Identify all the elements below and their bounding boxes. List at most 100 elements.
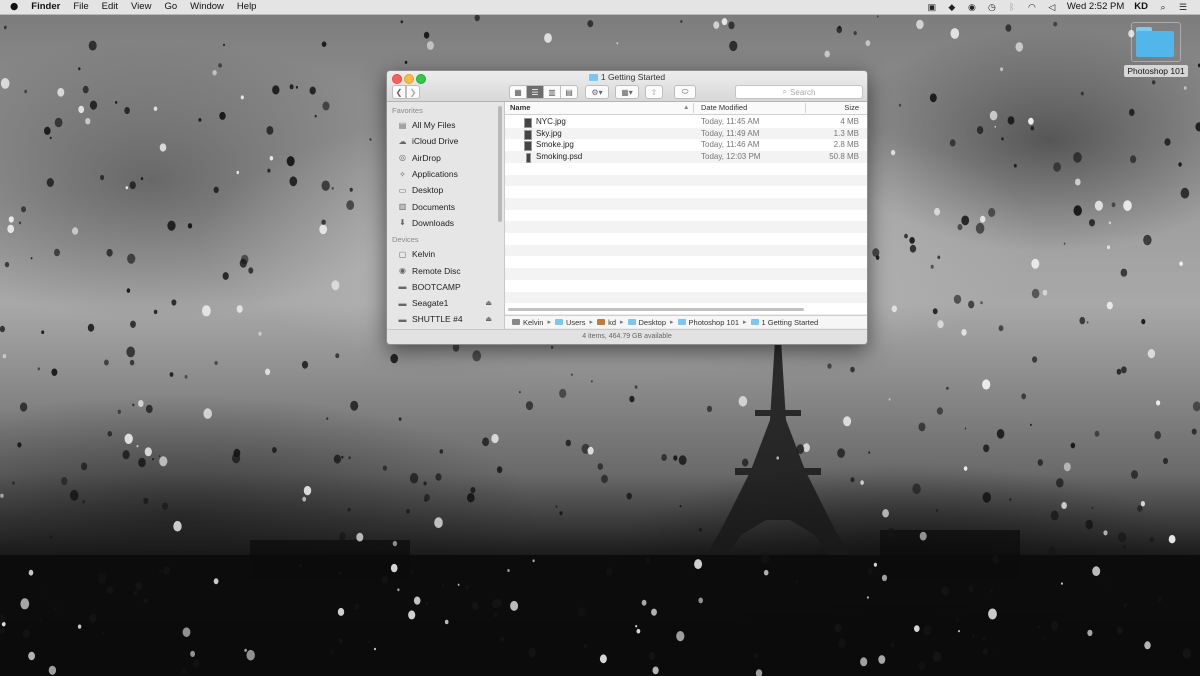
- arrange-menu-button[interactable]: ▦▾: [615, 85, 639, 99]
- status-text: 4 items, 464.79 GB available: [582, 333, 672, 340]
- empty-row: [505, 280, 867, 292]
- list-icon: ☰: [531, 87, 539, 97]
- action-menu-button[interactable]: ⚙▾: [585, 85, 609, 99]
- column-header-size[interactable]: Size: [844, 102, 859, 114]
- path-segment-kelvin[interactable]: Kelvin: [512, 318, 543, 327]
- desktop-icon: ▭: [398, 185, 407, 195]
- wifi-icon[interactable]: ◠: [1027, 2, 1037, 12]
- forward-button[interactable]: ❯: [406, 85, 420, 99]
- path-segment-photoshop-101[interactable]: Photoshop 101: [677, 317, 739, 327]
- columns-icon: ▥: [548, 87, 556, 97]
- drive-icon: ▬: [398, 282, 407, 292]
- share-button[interactable]: ⇧: [645, 85, 663, 99]
- sidebar-item-kelvin[interactable]: ▢ Kelvin: [387, 246, 504, 262]
- notification-center-icon[interactable]: ☰: [1178, 2, 1188, 12]
- computer-icon: ▢: [398, 249, 407, 259]
- tags-button[interactable]: ⬭: [674, 85, 696, 99]
- column-header-name[interactable]: Name: [510, 102, 530, 114]
- file-thumbnail-icon: [524, 129, 532, 140]
- file-size: 4 MB: [840, 117, 859, 126]
- menubar-user[interactable]: KD: [1134, 0, 1148, 14]
- cover-flow-button[interactable]: ▤: [560, 85, 578, 99]
- horizontal-scrollbar[interactable]: [508, 308, 804, 311]
- sidebar-item-label: BOOTCAMP: [412, 281, 461, 292]
- eject-icon[interactable]: ⏏: [485, 315, 492, 323]
- menu-window[interactable]: Window: [190, 0, 224, 14]
- search-input[interactable]: ⌕ Search: [735, 85, 863, 99]
- computer-icon: [512, 319, 520, 325]
- share-icon: ⇧: [650, 87, 658, 97]
- time-machine-icon[interactable]: ◷: [987, 2, 997, 12]
- menu-go[interactable]: Go: [164, 0, 177, 14]
- path-segment-kd[interactable]: kd: [597, 318, 616, 327]
- window-toolbar: 1 Getting Started ❮ ❯ ▦ ☰ ▥ ▤ ⚙▾ ▦▾ ⇧ ⬭ …: [387, 71, 867, 102]
- column-header-date-modified[interactable]: Date Modified: [701, 102, 747, 114]
- back-button[interactable]: ❮: [392, 85, 406, 99]
- gear-icon: ⚙▾: [591, 87, 603, 97]
- dropbox-icon[interactable]: ◆: [947, 2, 957, 12]
- file-row[interactable]: Smoke.jpg Today, 11:46 AM 2.8 MB: [505, 139, 867, 152]
- empty-row: [505, 268, 867, 280]
- path-segment-desktop[interactable]: Desktop: [627, 317, 667, 327]
- apple-menu-icon[interactable]: ●: [10, 0, 18, 14]
- eject-icon[interactable]: ⏏: [485, 299, 492, 307]
- sort-indicator-icon: ▲: [683, 104, 690, 111]
- folder-icon: [627, 319, 636, 325]
- path-label: Photoshop 101: [688, 317, 739, 327]
- empty-row: [505, 197, 867, 210]
- sidebar-item-applications[interactable]: ✧ Applications: [387, 166, 504, 182]
- search-icon: ⌕: [782, 87, 788, 96]
- path-segment-users[interactable]: Users: [554, 318, 586, 327]
- column-view-button[interactable]: ▥: [543, 85, 561, 99]
- sidebar-item-remote-disc[interactable]: ◉ Remote Disc: [387, 262, 504, 278]
- sidebar-item-label: Desktop: [412, 185, 444, 196]
- desktop-folder-label: Photoshop 101: [1124, 65, 1188, 77]
- empty-row: [505, 291, 867, 304]
- sidebar-header-devices: Devices: [392, 235, 419, 245]
- app-menu-finder[interactable]: Finder: [31, 0, 60, 14]
- screen-record-icon[interactable]: ▣: [927, 2, 937, 12]
- bluetooth-icon[interactable]: ᛒ: [1007, 2, 1017, 12]
- file-thumbnail-icon: [526, 153, 531, 164]
- drive-icon: ▬: [398, 298, 407, 308]
- file-row[interactable]: Sky.jpg Today, 11:49 AM 1.3 MB: [505, 127, 867, 140]
- list-view-button[interactable]: ☰: [526, 85, 544, 99]
- sidebar-item-seagate1[interactable]: ▬ Seagate1 ⏏: [387, 295, 504, 311]
- sidebar-item-shuttle-4[interactable]: ▬ SHUTTLE #4 ⏏: [387, 311, 504, 327]
- sidebar-item-label: Applications: [412, 169, 458, 180]
- file-row[interactable]: Smoking.psd Today, 12:03 PM 50.8 MB: [505, 151, 867, 164]
- drive-icon: ▬: [398, 314, 407, 324]
- sidebar-item-downloads[interactable]: ⬇ Downloads: [387, 215, 504, 231]
- file-date-modified: Today, 12:03 PM: [701, 152, 761, 162]
- sidebar-scrollbar[interactable]: [498, 106, 502, 222]
- sidebar-item-airdrop[interactable]: ◎ AirDrop: [387, 150, 504, 166]
- file-row[interactable]: NYC.jpg Today, 11:45 AM 4 MB: [505, 116, 867, 128]
- menu-file[interactable]: File: [73, 0, 88, 14]
- path-label: Kelvin: [523, 317, 544, 327]
- empty-row: [505, 244, 867, 257]
- chevron-right-icon: ❯: [409, 87, 417, 97]
- sidebar-header-favorites: Favorites: [392, 106, 423, 115]
- sidebar-item-icloud-drive[interactable]: ☁ iCloud Drive: [387, 133, 504, 149]
- sidebar-item-all-my-files[interactable]: ▤ All My Files: [387, 117, 504, 133]
- window-title: 1 Getting Started: [387, 72, 867, 82]
- desktop-folder-photoshop-101[interactable]: Photoshop 101: [1124, 22, 1188, 77]
- icon-view-button[interactable]: ▦: [509, 85, 527, 99]
- path-segment-1-getting-started[interactable]: 1 Getting Started: [750, 318, 818, 327]
- folder-icon: [1131, 22, 1181, 62]
- spotlight-search-icon[interactable]: ⌕: [1158, 2, 1168, 12]
- sync-icon[interactable]: ◉: [967, 2, 977, 12]
- sidebar-item-documents[interactable]: ▥ Documents: [387, 198, 504, 214]
- volume-icon[interactable]: ◁: [1047, 2, 1057, 12]
- menubar-clock[interactable]: Wed 2:52 PM: [1067, 0, 1124, 14]
- menu-help[interactable]: Help: [237, 0, 257, 14]
- file-name: Smoking.psd: [536, 152, 583, 162]
- sidebar-item-bootcamp[interactable]: ▬ BOOTCAMP: [387, 279, 504, 295]
- menu-view[interactable]: View: [131, 0, 151, 14]
- sidebar-item-desktop[interactable]: ▭ Desktop: [387, 182, 504, 198]
- file-size: 2.8 MB: [833, 140, 859, 150]
- file-thumbnail-icon: [524, 141, 532, 152]
- sidebar-item-label: Kelvin: [412, 249, 436, 260]
- menu-edit[interactable]: Edit: [102, 0, 118, 14]
- path-label: Desktop: [638, 317, 667, 327]
